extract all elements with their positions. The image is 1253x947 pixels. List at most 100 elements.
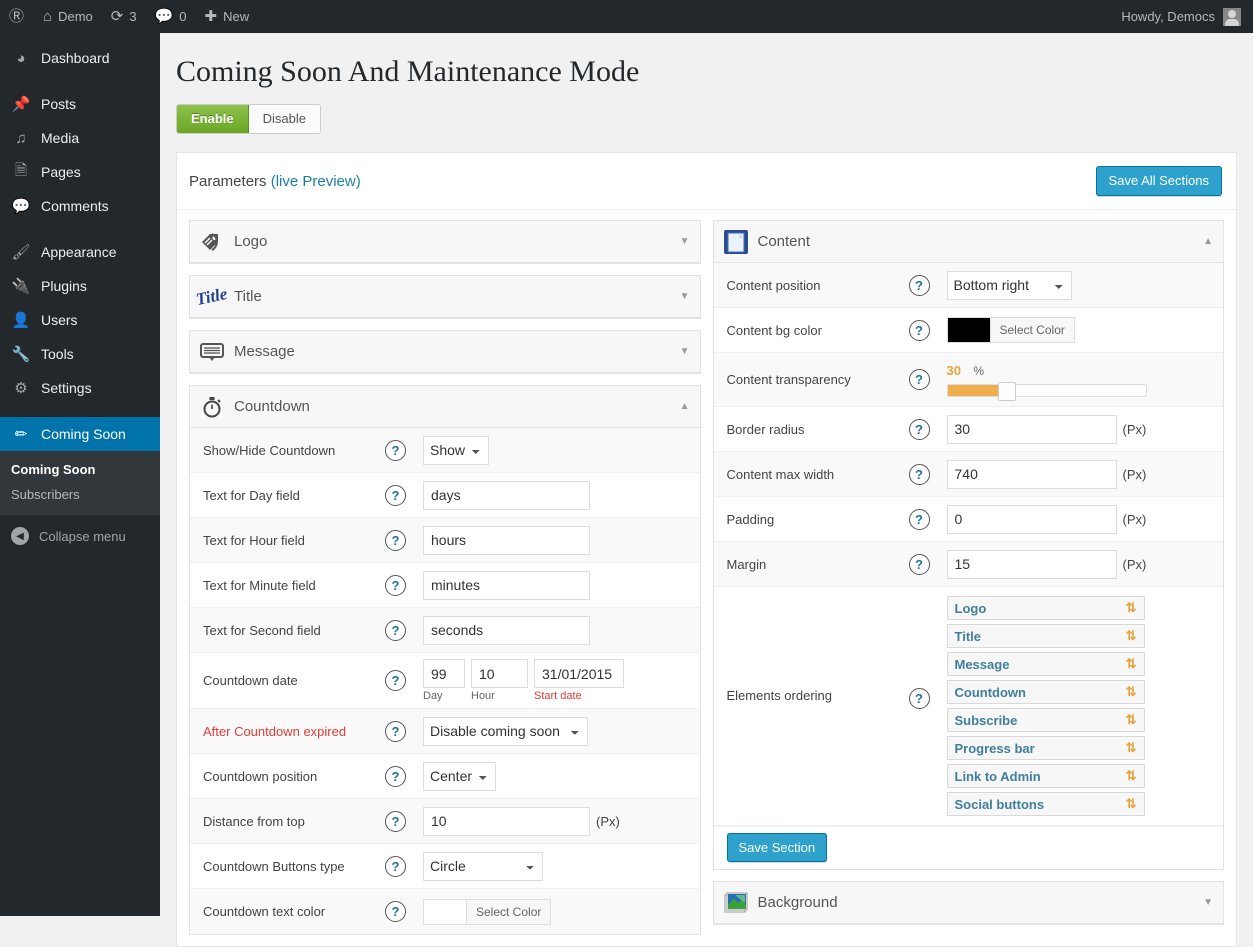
save-section-button[interactable]: Save Section (726, 833, 828, 862)
text-minute-input[interactable] (423, 570, 590, 600)
section-countdown-header[interactable]: Countdown ▲ (190, 386, 700, 428)
content-max-width-input[interactable] (946, 459, 1117, 489)
help-icon[interactable]: ? (908, 688, 930, 709)
ordering-item[interactable]: Link to Admin ⇅ (946, 764, 1145, 788)
sidebar-item-settings[interactable]: ⚙ Settings (0, 371, 160, 405)
ordering-item[interactable]: Message ⇅ (946, 652, 1145, 676)
section-content-header[interactable]: Content ▲ (713, 221, 1223, 263)
wordpress-logo-button[interactable]: Ⓡ (0, 0, 34, 33)
drag-handle-icon[interactable]: ⇅ (1126, 656, 1137, 672)
save-all-sections-button[interactable]: Save All Sections (1095, 166, 1222, 196)
select-color-button[interactable]: Select Color (466, 899, 551, 924)
drag-handle-icon[interactable]: ⇅ (1126, 796, 1137, 812)
drag-handle-icon[interactable]: ⇅ (1126, 712, 1137, 728)
help-icon[interactable]: ? (385, 670, 406, 691)
content-bg-colorpicker[interactable]: Select Color (946, 317, 1075, 343)
drag-handle-icon[interactable]: ⇅ (1126, 740, 1137, 756)
collapse-menu-button[interactable]: ◀ Collapse menu (0, 519, 160, 553)
help-icon[interactable]: ? (908, 319, 930, 341)
text-second-input[interactable] (423, 615, 590, 645)
chevron-down-icon[interactable]: ▼ (680, 236, 690, 247)
help-icon[interactable]: ? (385, 765, 406, 787)
ordering-item[interactable]: Title ⇅ (946, 624, 1145, 648)
content-position-select[interactable]: Bottom right (946, 270, 1072, 300)
section-message-header[interactable]: Message ▼ (190, 331, 700, 373)
after-expired-select[interactable]: Disable coming soon (423, 716, 588, 746)
chevron-up-icon[interactable]: ▲ (1203, 236, 1213, 247)
background-image-icon (714, 883, 758, 923)
margin-input[interactable] (946, 549, 1117, 579)
text-hour-input[interactable] (423, 525, 590, 555)
chevron-up-icon[interactable]: ▲ (680, 401, 690, 412)
help-icon[interactable]: ? (385, 810, 406, 832)
transparency-slider[interactable] (946, 382, 1147, 401)
show-hide-countdown-select[interactable]: Show (423, 435, 489, 465)
drag-handle-icon[interactable]: ⇅ (1126, 600, 1137, 616)
chevron-down-icon[interactable]: ▼ (680, 291, 690, 302)
help-icon[interactable]: ? (908, 508, 930, 530)
drag-handle-icon[interactable]: ⇅ (1126, 684, 1137, 700)
site-name-button[interactable]: ⌂ Demo (34, 0, 102, 33)
sidebar-item-appearance[interactable]: 🖌 Appearance (0, 235, 160, 269)
sidebar-item-dashboard[interactable]: ◕ Dashboard (0, 41, 160, 75)
sidebar-item-comments[interactable]: 💬 Comments (0, 189, 160, 223)
help-icon[interactable]: ? (385, 720, 406, 742)
sidebar-subitem-coming-soon[interactable]: Coming Soon (0, 457, 160, 482)
buttons-type-select[interactable]: Circle (423, 851, 543, 881)
countdown-start-date-input[interactable] (534, 659, 624, 688)
sidebar-item-tools[interactable]: 🔧 Tools (0, 337, 160, 371)
updates-count: 3 (129, 9, 137, 24)
chevron-down-icon[interactable]: ▼ (680, 346, 690, 357)
new-content-button[interactable]: ✚ New (196, 0, 259, 33)
sidebar-item-pages[interactable]: 🗎 Pages (0, 155, 160, 189)
countdown-day-input[interactable] (423, 659, 465, 688)
ordering-item[interactable]: Progress bar ⇅ (946, 736, 1145, 760)
sidebar-item-coming-soon[interactable]: ✏ Coming Soon (0, 417, 168, 451)
ordering-item[interactable]: Countdown ⇅ (946, 680, 1145, 704)
help-icon[interactable]: ? (385, 855, 406, 877)
account-menu[interactable]: Howdy, Democs (1121, 7, 1253, 26)
drag-handle-icon[interactable]: ⇅ (1126, 628, 1137, 644)
text-day-input[interactable] (423, 480, 590, 510)
help-icon[interactable]: ? (908, 369, 930, 390)
countdown-position-select[interactable]: Center (423, 761, 496, 791)
help-icon[interactable]: ? (908, 463, 930, 485)
distance-from-top-input[interactable] (423, 806, 590, 836)
help-icon[interactable]: ? (908, 274, 930, 296)
slider-knob[interactable] (997, 382, 1016, 401)
help-icon[interactable]: ? (385, 529, 406, 551)
sidebar-submenu: Coming Soon Subscribers (0, 451, 160, 515)
countdown-text-colorpicker[interactable]: Select Color (423, 898, 552, 925)
sidebar-item-plugins[interactable]: 🔌 Plugins (0, 269, 160, 303)
sidebar-item-media[interactable]: ♫ Media (0, 121, 160, 155)
help-icon[interactable]: ? (385, 901, 406, 922)
updates-button[interactable]: ⟳ 3 (102, 0, 146, 33)
chevron-down-icon[interactable]: ▼ (1203, 897, 1213, 908)
comment-icon: 💬 (11, 198, 31, 215)
comments-button[interactable]: 💬 0 (146, 0, 196, 33)
help-icon[interactable]: ? (385, 484, 406, 506)
border-radius-input[interactable] (946, 414, 1117, 444)
help-icon[interactable]: ? (908, 553, 930, 575)
disable-button[interactable]: Disable (248, 105, 320, 133)
help-icon[interactable]: ? (908, 418, 930, 440)
sidebar-item-posts[interactable]: 📌 Posts (0, 87, 160, 121)
countdown-hour-input[interactable] (471, 659, 528, 688)
enable-button[interactable]: Enable (177, 105, 249, 133)
ordering-item[interactable]: Social buttons ⇅ (946, 792, 1145, 816)
help-icon[interactable]: ? (385, 574, 406, 596)
help-icon[interactable]: ? (385, 619, 406, 641)
section-logo-header[interactable]: Logo ▼ (190, 221, 700, 263)
ordering-item[interactable]: Logo ⇅ (946, 596, 1145, 620)
ordering-item[interactable]: Subscribe ⇅ (946, 708, 1145, 732)
help-icon[interactable]: ? (385, 439, 406, 461)
section-title-header[interactable]: Title Title ▼ (190, 276, 700, 318)
select-color-button[interactable]: Select Color (989, 318, 1074, 342)
section-background-header[interactable]: Background ▼ (713, 882, 1223, 924)
sidebar-item-users[interactable]: 👤 Users (0, 303, 160, 337)
drag-handle-icon[interactable]: ⇅ (1126, 768, 1137, 784)
sidebar-subitem-subscribers[interactable]: Subscribers (0, 482, 160, 507)
padding-input[interactable] (946, 504, 1117, 534)
live-preview-link[interactable]: (live Preview) (271, 173, 361, 190)
ordering-item-label: Social buttons (954, 796, 1045, 812)
